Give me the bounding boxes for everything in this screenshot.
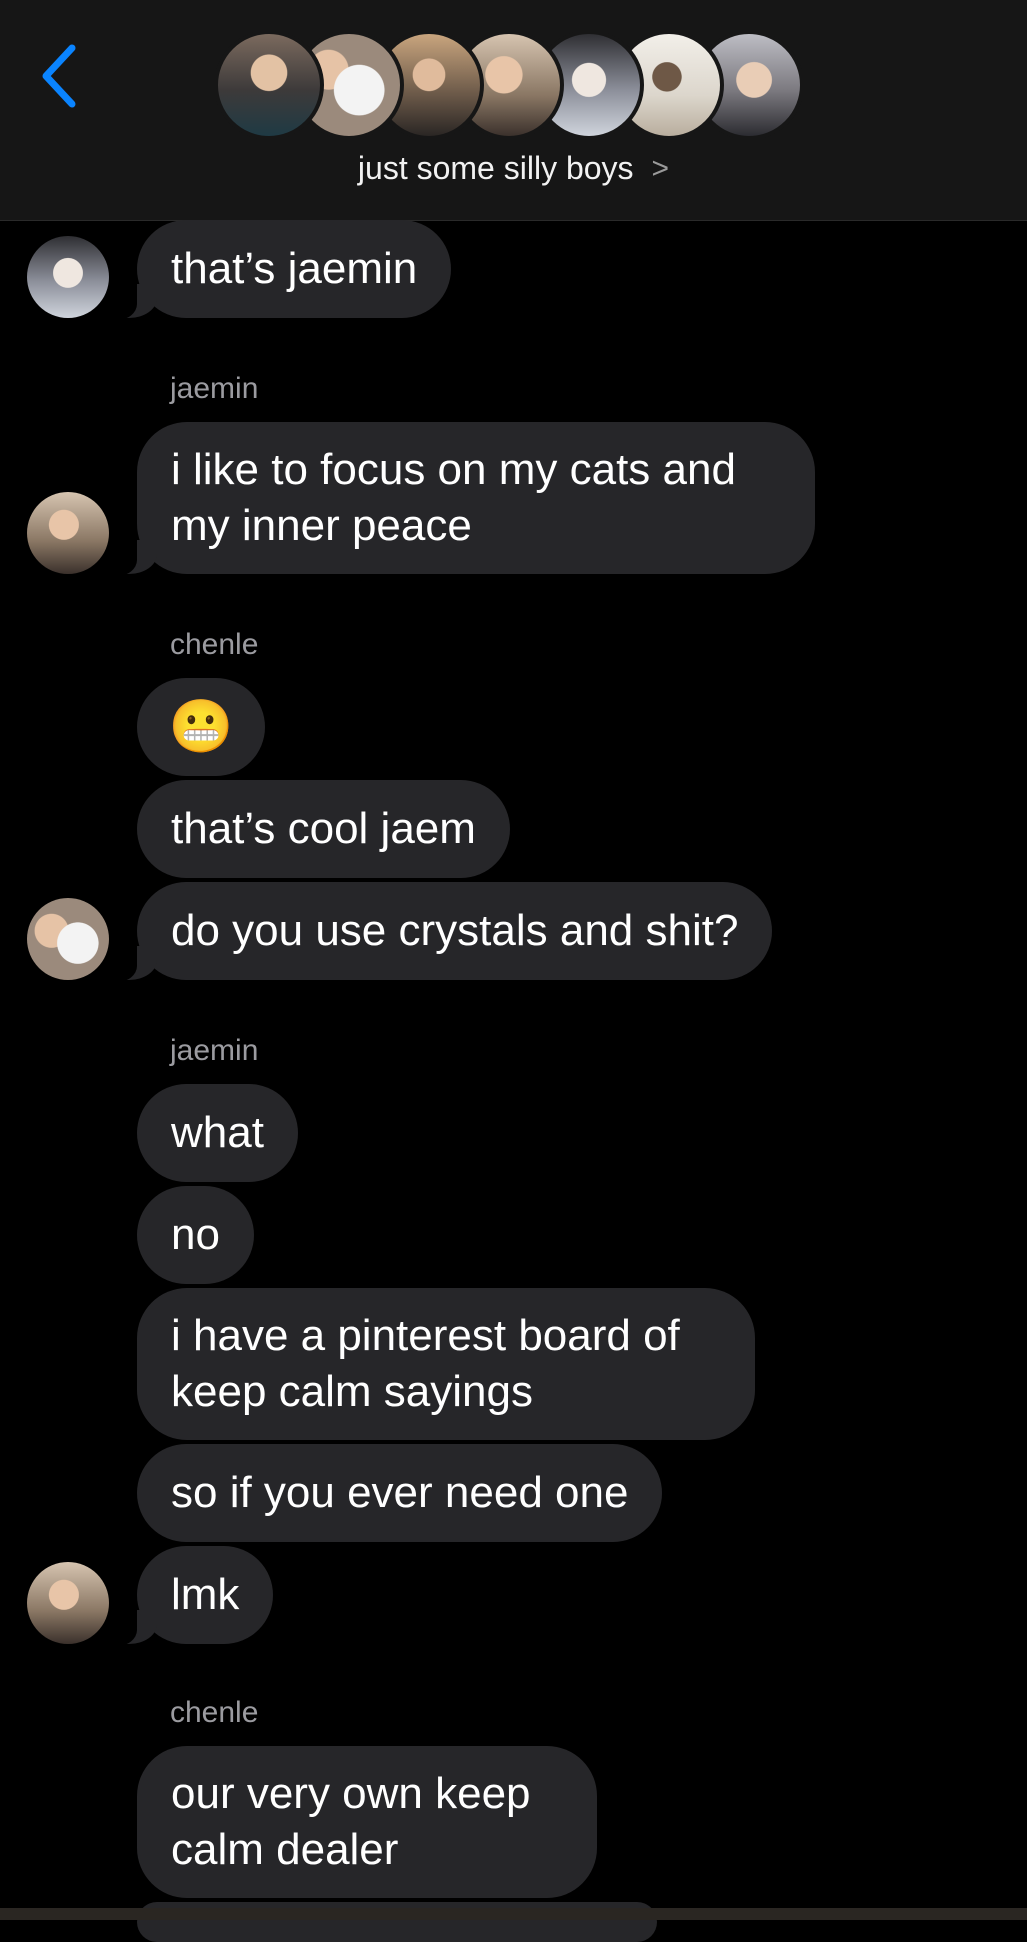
message-bubble[interactable]: i have a pinterest board of keep calm sa… xyxy=(137,1288,755,1440)
message-bubble[interactable]: do you use crystals and shit? xyxy=(110,882,773,982)
message-text: i like to focus on my cats and my inner … xyxy=(171,445,736,550)
message-bubble[interactable]: that’s cool jaem xyxy=(137,780,510,878)
message-bubble[interactable]: no xyxy=(137,1186,254,1284)
message-text: so if you ever need one xyxy=(171,1468,629,1517)
message-text: our very own keep calm dealer xyxy=(171,1769,531,1874)
sender-avatar[interactable] xyxy=(27,898,109,980)
sender-avatar[interactable] xyxy=(27,236,109,318)
sender-name: jaemin xyxy=(170,372,259,405)
bottom-edge xyxy=(0,1908,1027,1920)
message-text: do you use crystals and shit? xyxy=(171,906,739,955)
sender-name: chenle xyxy=(170,628,259,661)
message-list: that’s jaemin jaemin i like to focus on … xyxy=(0,220,1027,1942)
message-text: what xyxy=(171,1108,264,1157)
group-name-link[interactable]: just some silly boys > xyxy=(0,150,1027,187)
conversation-header: just some silly boys > xyxy=(0,0,1027,221)
chevron-left-icon xyxy=(42,44,76,108)
message-bubble[interactable]: what xyxy=(137,1084,298,1182)
chevron-right-icon: > xyxy=(651,152,670,185)
message-bubble[interactable]: our very own keep calm dealer xyxy=(137,1746,597,1898)
sender-name: jaemin xyxy=(170,1034,259,1067)
sender-name: chenle xyxy=(170,1696,259,1729)
message-text: that’s cool jaem xyxy=(171,804,476,853)
group-name-label: just some silly boys xyxy=(357,150,634,186)
back-button[interactable] xyxy=(28,40,88,112)
message-bubble[interactable]: 😬 xyxy=(137,678,265,776)
message-text: that’s jaemin xyxy=(171,244,418,293)
message-text: lmk xyxy=(171,1570,240,1619)
message-bubble[interactable]: i like to focus on my cats and my inner … xyxy=(111,422,815,576)
member-avatar xyxy=(214,30,324,140)
sender-avatar[interactable] xyxy=(27,1562,109,1644)
message-text: i have a pinterest board of keep calm sa… xyxy=(171,1311,680,1416)
message-bubble[interactable]: that’s jaemin xyxy=(110,220,452,320)
message-bubble[interactable]: so if you ever need one xyxy=(137,1444,663,1542)
sender-avatar[interactable] xyxy=(27,492,109,574)
message-emoji: 😬 xyxy=(168,698,234,756)
message-text: no xyxy=(171,1210,220,1259)
message-bubble[interactable]: lmk xyxy=(110,1546,274,1646)
